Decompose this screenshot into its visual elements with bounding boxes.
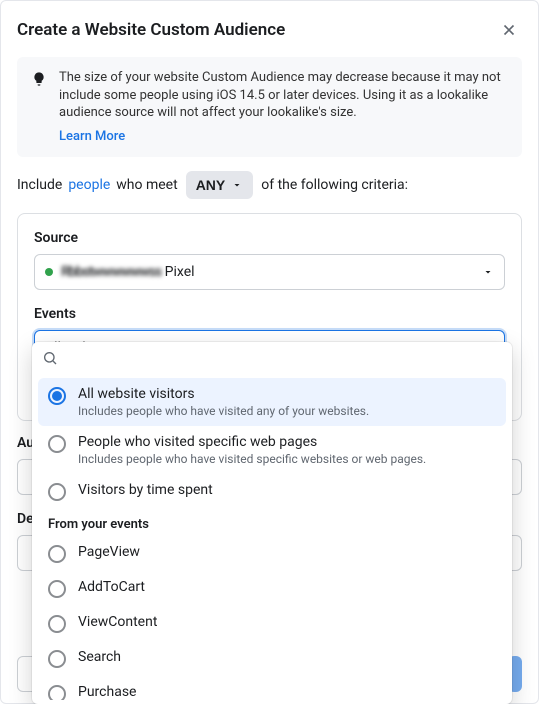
option-title: PageView (78, 544, 140, 560)
option-title: AddToCart (78, 579, 145, 595)
option-time-spent[interactable]: Visitors by time spent (38, 474, 506, 509)
option-title: Search (78, 649, 121, 665)
modal-title: Create a Website Custom Audience (17, 20, 285, 40)
close-icon (500, 21, 518, 39)
option-search[interactable]: Search (38, 641, 506, 676)
lightbulb-icon (31, 71, 47, 87)
option-title: People who visited specific web pages (78, 434, 426, 450)
events-dropdown-panel: All website visitors Includes people who… (32, 342, 512, 704)
events-label: Events (34, 306, 505, 322)
radio-icon (48, 685, 66, 700)
option-pageview[interactable]: PageView (38, 536, 506, 571)
option-subtitle: Includes people who have visited any of … (78, 404, 369, 418)
option-addtocart[interactable]: AddToCart (38, 571, 506, 606)
option-purchase[interactable]: Purchase (38, 676, 506, 700)
dropdown-group-label: From your events (38, 509, 506, 536)
source-label: Source (34, 230, 505, 246)
radio-icon (48, 387, 66, 405)
dropdown-search[interactable] (32, 342, 512, 374)
radio-icon (48, 483, 66, 501)
dropdown-scroll[interactable]: All website visitors Includes people who… (32, 374, 512, 700)
any-dropdown[interactable]: ANY (186, 171, 254, 199)
radio-icon (48, 435, 66, 453)
criteria-row: Include people who meet ANY of the follo… (1, 171, 538, 213)
option-title: Visitors by time spent (78, 482, 213, 498)
radio-icon (48, 615, 66, 633)
option-title: ViewContent (78, 614, 157, 630)
search-icon (42, 350, 58, 366)
option-specific-pages[interactable]: People who visited specific web pages In… (38, 426, 506, 474)
caret-down-icon (482, 266, 494, 278)
radio-icon (48, 650, 66, 668)
criteria-whomeet: who meet (116, 177, 177, 193)
info-notice: The size of your website Custom Audience… (17, 57, 522, 157)
notice-text: The size of your website Custom Audience… (59, 70, 501, 120)
option-title: All website visitors (78, 386, 369, 402)
learn-more-link[interactable]: Learn More (59, 128, 125, 146)
radio-icon (48, 580, 66, 598)
source-account-blur: Rbbstwwwwwwss (61, 264, 161, 280)
source-select[interactable]: Rbbstwwwwwwss Pixel (34, 254, 505, 290)
status-dot-icon (45, 268, 53, 276)
people-link[interactable]: people (68, 177, 110, 193)
any-label: ANY (196, 177, 226, 193)
option-subtitle: Includes people who have visited specifi… (78, 452, 426, 466)
option-all-website-visitors[interactable]: All website visitors Includes people who… (38, 378, 506, 426)
option-title: Purchase (78, 684, 136, 700)
close-button[interactable] (496, 17, 522, 43)
option-viewcontent[interactable]: ViewContent (38, 606, 506, 641)
caret-down-icon (231, 179, 243, 191)
criteria-prefix: Include (17, 177, 62, 193)
radio-icon (48, 545, 66, 563)
criteria-suffix: of the following criteria: (261, 177, 408, 193)
source-value: Pixel (165, 264, 195, 280)
